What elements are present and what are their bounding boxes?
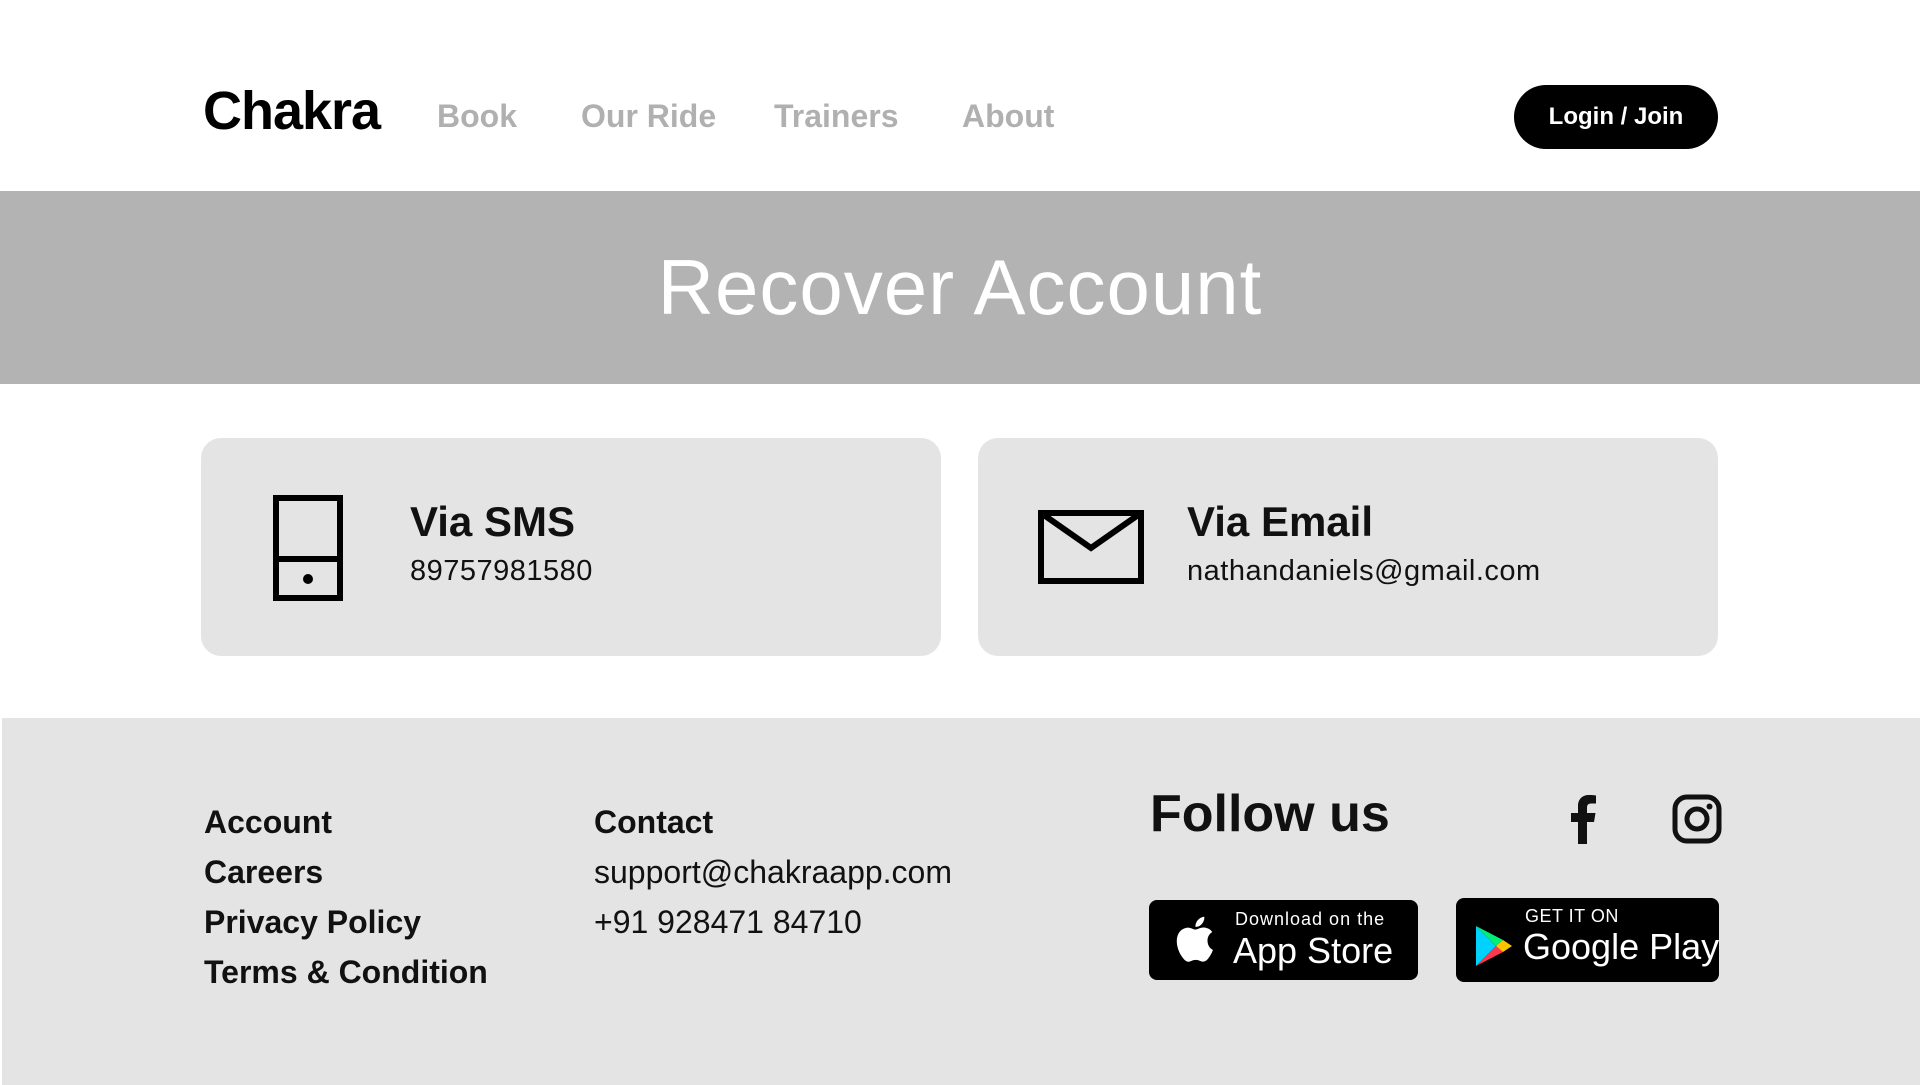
follow-us-heading: Follow us — [1150, 785, 1390, 843]
email-address: nathandaniels@gmail.com — [1187, 555, 1541, 587]
app-store-big-text: App Store — [1233, 930, 1394, 971]
apple-icon — [1176, 916, 1213, 962]
site-footer: Account Careers Privacy Policy Terms & C… — [2, 718, 1920, 1085]
page-title: Recover Account — [657, 243, 1263, 331]
app-store-badge[interactable]: Download on the App Store — [1149, 900, 1418, 980]
nav-about[interactable]: About — [962, 98, 1054, 135]
footer-link-careers[interactable]: Careers — [204, 854, 323, 891]
sms-option-title: Via SMS — [410, 498, 575, 545]
google-play-icon — [1476, 926, 1512, 966]
hero-banner: Recover Account — [0, 191, 1920, 384]
app-store-small-text: Download on the — [1235, 909, 1386, 929]
google-play-badge[interactable]: GET IT ON Google Play — [1456, 898, 1719, 982]
google-play-small-text: GET IT ON — [1525, 906, 1619, 926]
contact-heading: Contact — [594, 804, 714, 840]
sms-phone-number: 89757981580 — [410, 555, 593, 587]
recover-via-sms-option[interactable]: Via SMS 89757981580 — [201, 438, 941, 656]
google-play-big-text: Google Play — [1523, 926, 1720, 967]
recover-via-email-option[interactable]: Via Email nathandaniels@gmail.com — [978, 438, 1718, 656]
nav-book[interactable]: Book — [437, 98, 517, 135]
site-header: Chakra Book Our Ride Trainers About Logi… — [0, 0, 1920, 191]
logo[interactable]: Chakra — [203, 80, 381, 142]
contact-email-link[interactable]: support@chakraapp.com — [594, 854, 952, 891]
footer-link-account[interactable]: Account — [204, 804, 332, 841]
contact-phone-link[interactable]: +91 928471 84710 — [594, 904, 862, 941]
nav-our-ride[interactable]: Our Ride — [581, 98, 716, 135]
phone-icon — [273, 495, 343, 601]
facebook-icon[interactable] — [1562, 794, 1606, 844]
instagram-icon[interactable] — [1672, 794, 1722, 844]
envelope-icon — [1038, 510, 1144, 584]
footer-link-privacy-policy[interactable]: Privacy Policy — [204, 904, 421, 941]
email-option-title: Via Email — [1187, 498, 1374, 545]
footer-link-terms[interactable]: Terms & Condition — [204, 954, 488, 991]
nav-trainers[interactable]: Trainers — [774, 98, 899, 135]
login-join-button[interactable]: Login / Join — [1514, 85, 1718, 149]
